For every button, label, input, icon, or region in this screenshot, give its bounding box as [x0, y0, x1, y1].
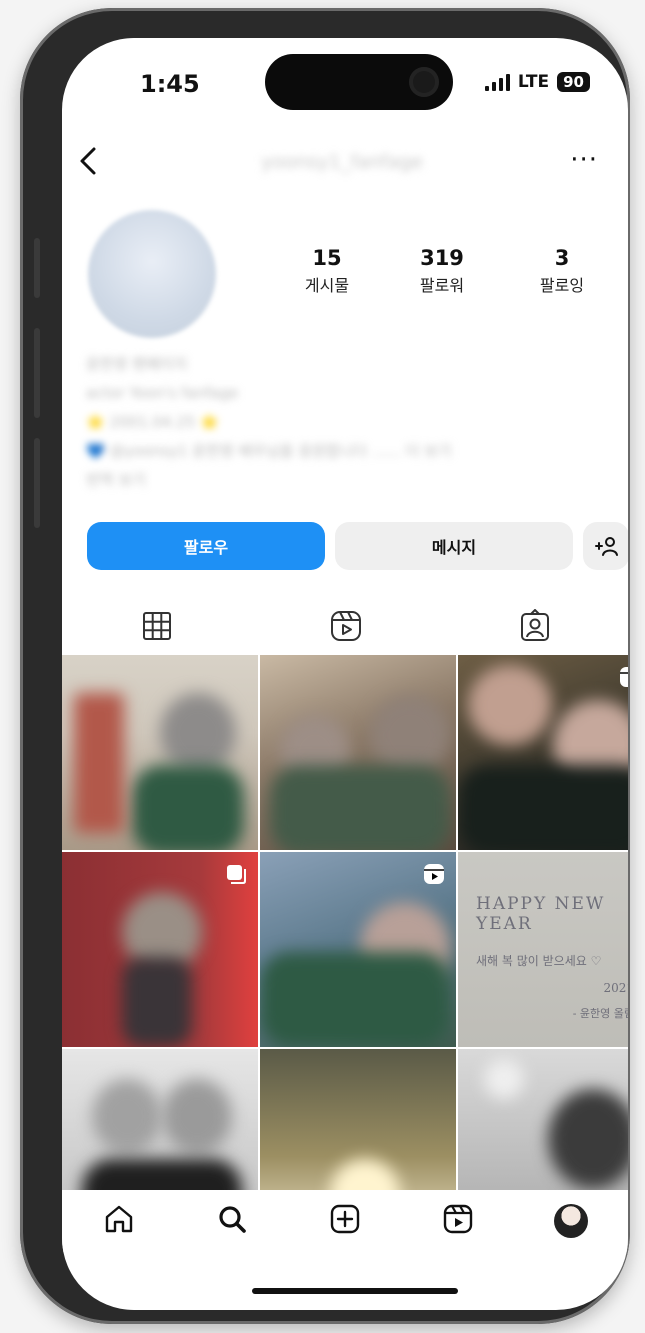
bio-line: 💙 @yoonsy1 윤한영 배우님을 응원합니다 ...... 더 보기: [86, 442, 452, 460]
nav-create[interactable]: [328, 1202, 362, 1240]
carousel-icon: [227, 865, 246, 884]
tagged-person-icon: [520, 609, 549, 641]
bio-line: actor Yoon's fanfage: [86, 384, 239, 402]
bottom-navigation: [62, 1190, 628, 1252]
profile-actions: 팔로우 메시지: [87, 522, 628, 570]
content-tabs: [62, 598, 628, 658]
stat-following[interactable]: 3 팔로잉: [502, 246, 622, 296]
note-line: 2021: [603, 981, 628, 995]
side-button: [34, 438, 40, 528]
new-year-note: HAPPY NEW YEAR 새해 복 많이 받으세요 ♡ 2021 - 윤한영…: [458, 852, 628, 1047]
tab-tagged[interactable]: [440, 598, 628, 654]
camera-icon: [409, 67, 439, 97]
bio-line: ⭐ 2001.04.25 ⭐: [86, 413, 219, 431]
bio-line: 윤한영 팬페이지: [86, 355, 188, 373]
stat-followers[interactable]: 319 팔로워: [382, 246, 502, 296]
post-thumbnail[interactable]: [260, 655, 456, 850]
nav-reels[interactable]: [441, 1202, 475, 1240]
multi-post-badge: [224, 862, 248, 890]
bio-line: 번역 보기: [86, 471, 146, 489]
stat-posts[interactable]: 15 게시물: [272, 246, 382, 296]
add-person-icon: [595, 537, 618, 556]
stat-posts-value: 15: [312, 246, 342, 270]
status-time: 1:45: [140, 70, 200, 98]
back-button[interactable]: [76, 145, 100, 181]
nav-home[interactable]: [102, 1202, 136, 1240]
profile-username: yoonsy1_fanfage: [261, 151, 423, 173]
chevron-left-icon: [80, 147, 96, 175]
profile-bio: 윤한영 팬페이지 actor Yoon's fanfage ⭐ 2001.04.…: [86, 350, 586, 495]
follow-button[interactable]: 팔로우: [87, 522, 325, 570]
stat-posts-label: 게시물: [304, 276, 350, 295]
battery-level: 90: [557, 72, 590, 92]
add-user-button[interactable]: [583, 522, 628, 570]
reels-badge: [618, 665, 628, 693]
more-options-button[interactable]: ···: [570, 145, 598, 175]
home-icon: [105, 1205, 132, 1233]
nav-profile[interactable]: [554, 1204, 589, 1238]
note-line: HAPPY NEW YEAR: [476, 894, 606, 934]
side-button: [34, 238, 40, 298]
reels-icon: [424, 864, 444, 884]
signal-icon: [484, 73, 510, 91]
search-icon: [219, 1206, 246, 1233]
reels-badge: [422, 862, 446, 890]
reels-icon: [620, 667, 628, 687]
post-thumbnail[interactable]: [62, 655, 258, 850]
phone-frame: 1:45 LTE 90 yoonsy1_fanfage ··· 15 게시물 3…: [20, 8, 630, 1324]
stat-followers-value: 319: [420, 246, 464, 270]
grid-icon: [142, 612, 171, 640]
screen: 1:45 LTE 90 yoonsy1_fanfage ··· 15 게시물 3…: [62, 38, 628, 1310]
profile-header: yoonsy1_fanfage ···: [62, 133, 628, 193]
post-thumbnail[interactable]: [260, 852, 456, 1047]
profile-avatar[interactable]: [88, 210, 216, 338]
dynamic-island: [265, 54, 453, 110]
message-button[interactable]: 메시지: [335, 522, 573, 570]
stat-following-label: 팔로잉: [539, 276, 585, 295]
note-line: - 윤한영 올림: [572, 1007, 628, 1020]
note-line: 새해 복 많이 받으세요 ♡: [476, 954, 602, 968]
tab-grid[interactable]: [62, 598, 251, 658]
stat-following-value: 3: [554, 246, 570, 270]
stat-followers-label: 팔로워: [419, 276, 465, 295]
profile-avatar-small: [554, 1204, 589, 1238]
reels-icon: [330, 611, 361, 641]
nav-search[interactable]: [215, 1202, 249, 1240]
network-type: LTE: [517, 72, 550, 92]
post-thumbnail[interactable]: [458, 655, 628, 850]
home-indicator[interactable]: [252, 1288, 458, 1294]
tab-reels[interactable]: [251, 598, 440, 654]
post-thumbnail[interactable]: [62, 852, 258, 1047]
status-icons: LTE 90: [484, 72, 590, 92]
create-icon: [330, 1204, 360, 1234]
side-button: [34, 328, 40, 418]
post-thumbnail-note[interactable]: HAPPY NEW YEAR 새해 복 많이 받으세요 ♡ 2021 - 윤한영…: [458, 852, 628, 1047]
reels-icon: [443, 1204, 473, 1234]
profile-stats: 15 게시물 319 팔로워 3 팔로잉: [272, 246, 622, 296]
post-grid: HAPPY NEW YEAR 새해 복 많이 받으세요 ♡ 2021 - 윤한영…: [62, 655, 628, 1244]
